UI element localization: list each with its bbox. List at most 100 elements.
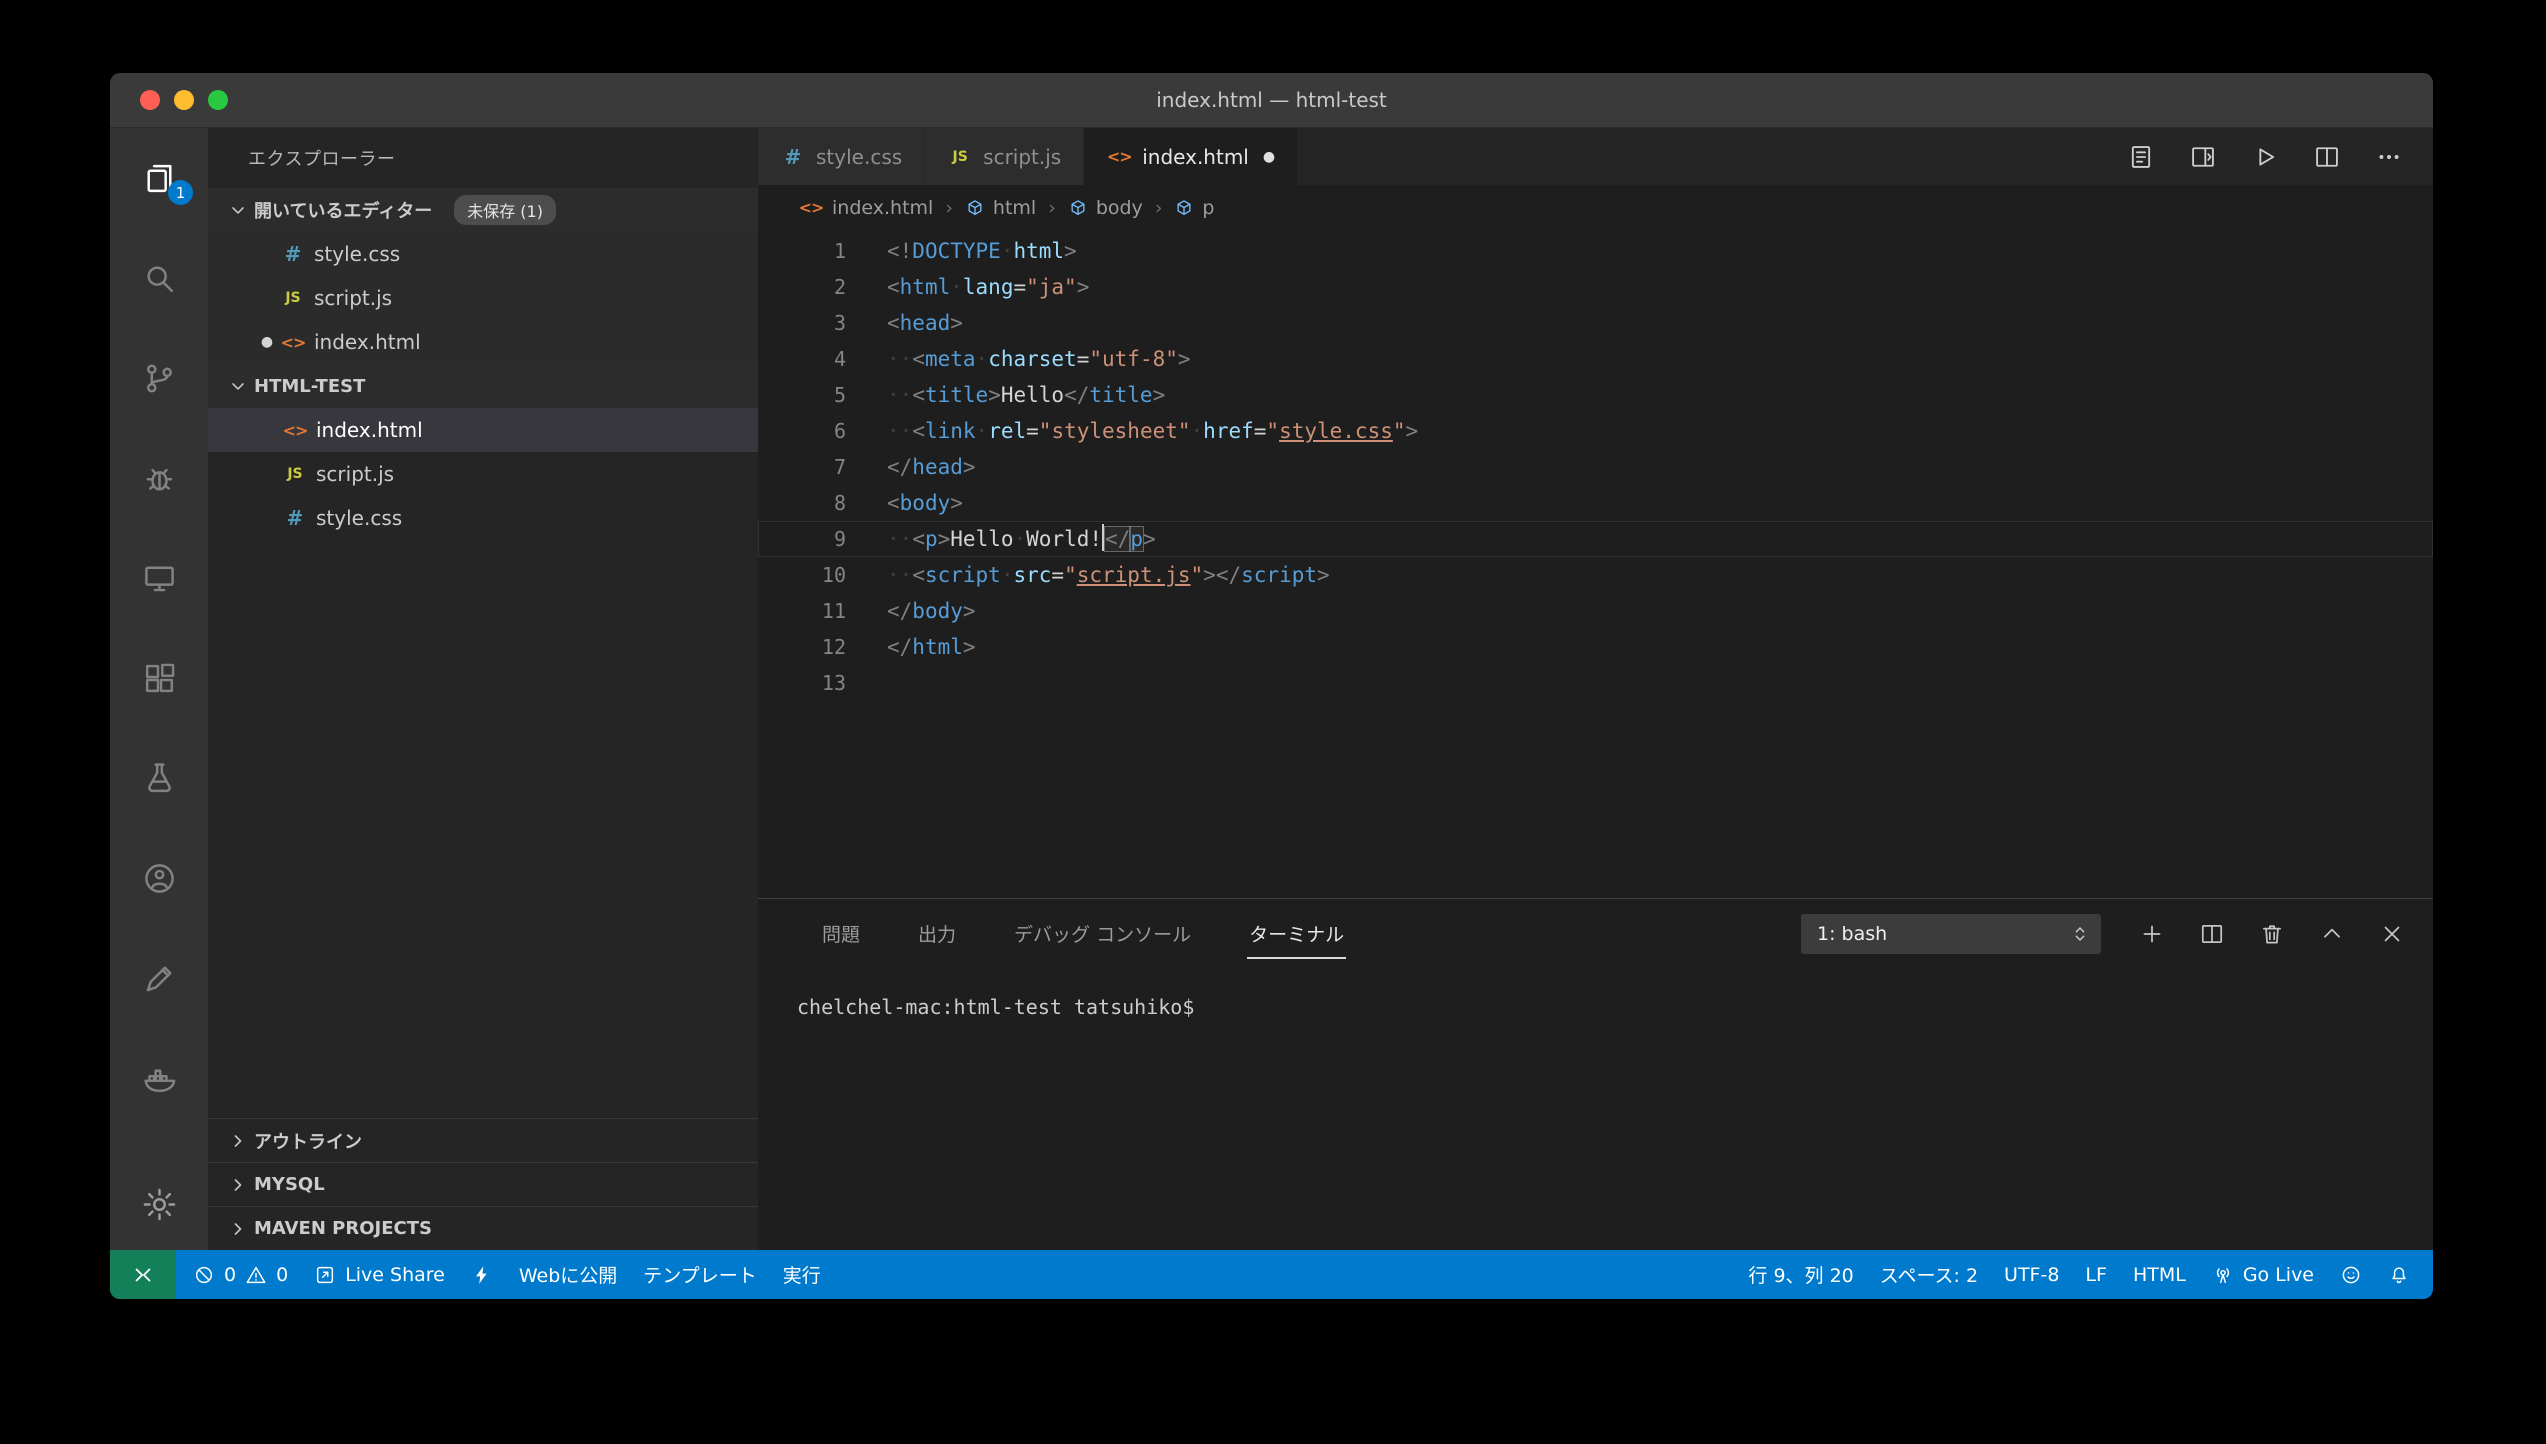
- line-content: </head>: [846, 449, 976, 485]
- section-maven-projects[interactable]: MAVEN PROJECTS: [208, 1206, 758, 1250]
- code-line-6[interactable]: 6··<link·rel="stylesheet"·href="style.cs…: [758, 413, 2433, 449]
- unsaved-badge: 未保存 (1): [454, 195, 556, 225]
- open-changes-button[interactable]: [2189, 143, 2217, 171]
- breadcrumb-separator: ›: [945, 197, 953, 219]
- split-editor-button[interactable]: [2313, 143, 2341, 171]
- status-template[interactable]: テンプレート: [630, 1250, 769, 1299]
- code-line-8[interactable]: 8<body>: [758, 485, 2433, 521]
- zoom-window-button[interactable]: [208, 90, 228, 110]
- status-label: テンプレート: [643, 1261, 756, 1288]
- activity-docker[interactable]: [110, 1028, 208, 1128]
- file-index.html[interactable]: <>index.html: [208, 408, 758, 452]
- activity-settings[interactable]: [110, 1158, 208, 1250]
- tab-style.css[interactable]: #style.css: [758, 128, 925, 185]
- section-outline[interactable]: アウトライン: [208, 1118, 758, 1162]
- status-problems[interactable]: 00: [180, 1250, 301, 1299]
- whitespace-dot: ·: [1001, 239, 1014, 263]
- gear-icon: [141, 1186, 178, 1223]
- run-button[interactable]: [2251, 143, 2279, 171]
- maximize-panel-button[interactable]: [2319, 921, 2345, 947]
- panel-tab-output[interactable]: 出力: [916, 910, 958, 959]
- file-style.css[interactable]: #style.css: [208, 496, 758, 540]
- tab-index.html[interactable]: <>index.html●: [1084, 128, 1298, 185]
- activity-debug[interactable]: [110, 428, 208, 528]
- status-live-share[interactable]: Live Share: [301, 1250, 458, 1299]
- search-icon: [141, 260, 178, 297]
- file-script.js[interactable]: JSscript.js: [208, 452, 758, 496]
- code-line-4[interactable]: 4··<meta·charset="utf-8">: [758, 341, 2433, 377]
- activity-editing[interactable]: [110, 928, 208, 1028]
- code-line-10[interactable]: 10··<script·src="script.js"></script>: [758, 557, 2433, 593]
- activity-search[interactable]: [110, 228, 208, 328]
- title-bar[interactable]: index.html — html-test: [110, 73, 2433, 128]
- activity-bar: 1: [110, 128, 208, 1250]
- status-go-live[interactable]: Go Live: [2199, 1250, 2327, 1299]
- open-editors-list: #style.cssJSscript.js●<>index.html: [208, 232, 758, 364]
- cube-icon: [1068, 198, 1088, 218]
- tab-script.js[interactable]: JSscript.js: [925, 128, 1084, 185]
- modified-dot: ●: [254, 334, 280, 350]
- status-publish-web[interactable]: Webに公開: [506, 1250, 630, 1299]
- code-line-2[interactable]: 2<html·lang="ja">: [758, 269, 2433, 305]
- panel-tab-problems[interactable]: 問題: [820, 910, 862, 959]
- status-language-mode[interactable]: HTML: [2120, 1250, 2199, 1299]
- open-editors-header[interactable]: 開いているエディター 未保存 (1): [208, 188, 758, 232]
- status-encoding[interactable]: UTF-8: [1991, 1250, 2072, 1299]
- status-run[interactable]: 実行: [770, 1250, 834, 1299]
- status-label: 実行: [783, 1261, 821, 1288]
- open-editor-script.js[interactable]: JSscript.js: [208, 276, 758, 320]
- terminal-picker[interactable]: 1: bash: [1801, 914, 2101, 954]
- code-editor[interactable]: 1<!DOCTYPE·html>2<html·lang="ja">3<head>…: [758, 230, 2433, 898]
- status-bolt[interactable]: [458, 1250, 506, 1299]
- code-line-12[interactable]: 12</html>: [758, 629, 2433, 665]
- status-indentation[interactable]: スペース: 2: [1867, 1250, 1991, 1299]
- code-line-5[interactable]: 5··<title>Hello</title>: [758, 377, 2433, 413]
- open-preview-button[interactable]: [2127, 143, 2155, 171]
- code-line-9[interactable]: 9··<p>Hello·World!</p>: [758, 521, 2433, 557]
- activity-remote-explorer[interactable]: [110, 528, 208, 628]
- open-editor-style.css[interactable]: #style.css: [208, 232, 758, 276]
- status-feedback[interactable]: [2327, 1250, 2375, 1299]
- activity-live-share[interactable]: [110, 828, 208, 928]
- terminal[interactable]: chelchel-mac:html-test tatsuhiko$: [758, 969, 2433, 1250]
- folder-header[interactable]: HTML-TEST: [208, 364, 758, 408]
- line-content: ··<meta·charset="utf-8">: [846, 341, 1191, 377]
- status-cursor-position[interactable]: 行 9、列 20: [1735, 1250, 1866, 1299]
- code-line-3[interactable]: 3<head>: [758, 305, 2433, 341]
- open-editor-index.html[interactable]: ●<>index.html: [208, 320, 758, 364]
- kill-terminal-button[interactable]: [2259, 921, 2285, 947]
- sidebar-sections: アウトラインMYSQLMAVEN PROJECTS: [208, 1118, 758, 1250]
- breadcrumb-body[interactable]: body: [1068, 197, 1143, 219]
- more-actions-button[interactable]: [2375, 143, 2403, 171]
- new-terminal-button[interactable]: [2139, 921, 2165, 947]
- openchg-icon: [2189, 143, 2217, 171]
- close-panel-button[interactable]: [2379, 921, 2405, 947]
- status-remote-indicator[interactable]: [110, 1250, 176, 1299]
- line-content: </html>: [846, 629, 976, 665]
- breadcrumb-p[interactable]: p: [1174, 197, 1214, 219]
- line-content: <html·lang="ja">: [846, 269, 1089, 305]
- split-terminal-button[interactable]: [2199, 921, 2225, 947]
- breadcrumb-html[interactable]: html: [965, 197, 1036, 219]
- panel-tab-terminal[interactable]: ターミナル: [1247, 910, 1346, 959]
- code-line-11[interactable]: 11</body>: [758, 593, 2433, 629]
- activity-extensions[interactable]: [110, 628, 208, 728]
- breadcrumb-index.html[interactable]: <>index.html: [798, 197, 933, 219]
- status-notifications[interactable]: [2375, 1250, 2423, 1299]
- editor-actions: [2127, 128, 2433, 185]
- activity-test[interactable]: [110, 728, 208, 828]
- status-eol[interactable]: LF: [2072, 1250, 2120, 1299]
- minimize-window-button[interactable]: [174, 90, 194, 110]
- close-window-button[interactable]: [140, 90, 160, 110]
- activity-source-control[interactable]: [110, 328, 208, 428]
- code-line-1[interactable]: 1<!DOCTYPE·html>: [758, 233, 2433, 269]
- line-content: ··<link·rel="stylesheet"·href="style.css…: [846, 413, 1418, 449]
- panel-tab-debug-console[interactable]: デバッグ コンソール: [1012, 910, 1193, 959]
- section-mysql[interactable]: MYSQL: [208, 1162, 758, 1206]
- line-content: ··<title>Hello</title>: [846, 377, 1165, 413]
- code-line-7[interactable]: 7</head>: [758, 449, 2433, 485]
- whitespace-dot: ·: [900, 563, 913, 587]
- code-line-13[interactable]: 13: [758, 665, 2433, 701]
- activity-explorer[interactable]: 1: [110, 128, 208, 228]
- breadcrumb-label: index.html: [832, 197, 933, 219]
